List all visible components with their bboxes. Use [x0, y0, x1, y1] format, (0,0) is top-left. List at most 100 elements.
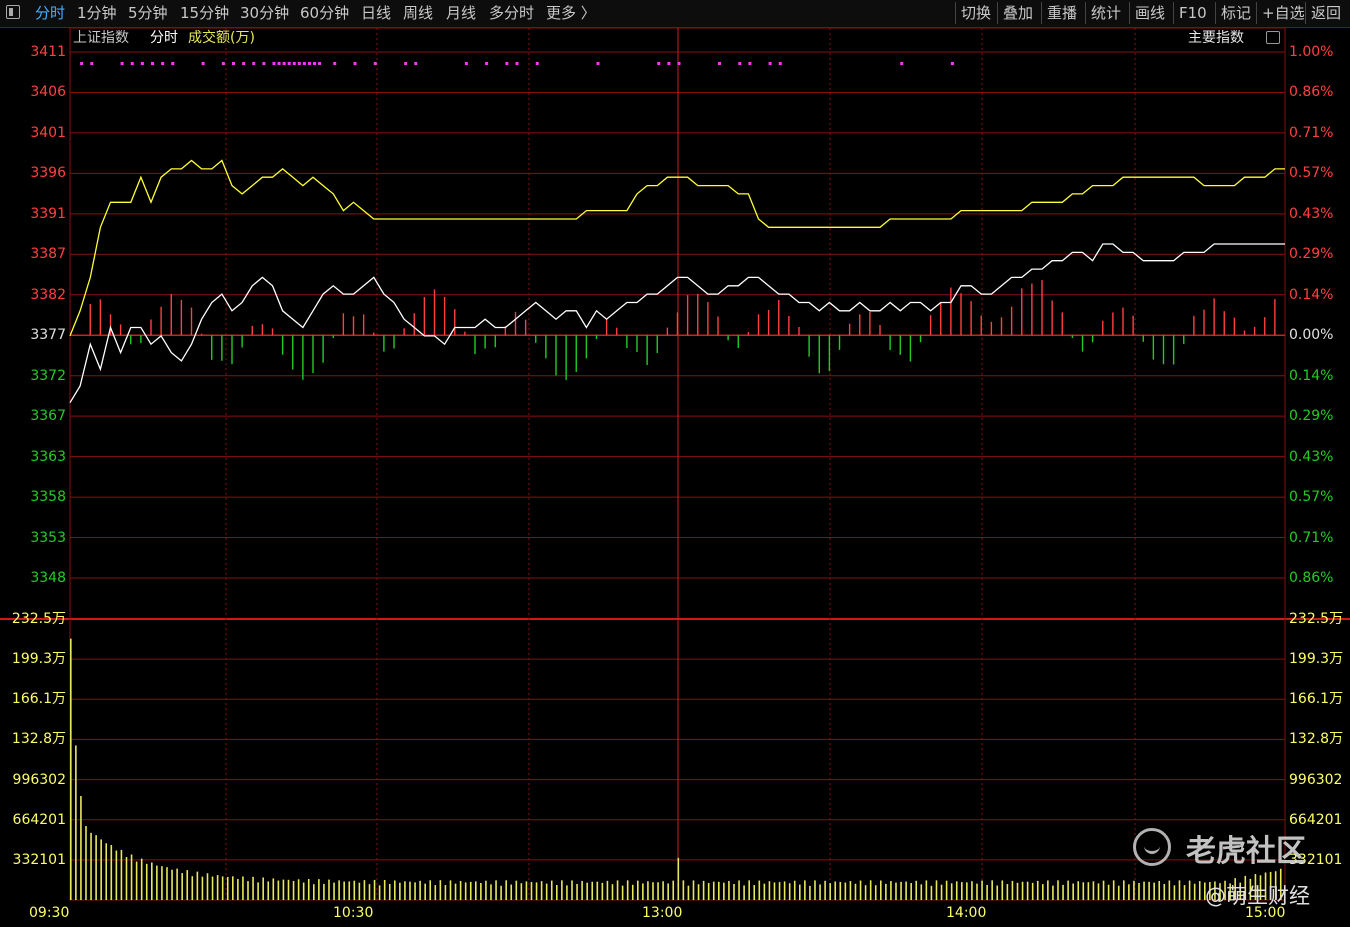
signal-dot: [161, 62, 165, 65]
signal-dot: [120, 62, 124, 65]
volume-bar: [520, 883, 523, 900]
replay-button[interactable]: 重播: [1041, 2, 1077, 24]
volume-bar: [991, 880, 993, 900]
volume-bar: [1077, 881, 1080, 900]
volume-bar: [378, 885, 381, 900]
volume-bar: [839, 881, 842, 900]
mark-button[interactable]: 标记: [1215, 2, 1251, 24]
index-name: 上证指数: [73, 30, 129, 46]
add-watchlist-button[interactable]: +自选: [1256, 2, 1305, 24]
volume-bar: [626, 880, 629, 900]
volume-bar: [206, 873, 209, 900]
stats-button[interactable]: 统计: [1085, 2, 1121, 24]
volume-bar: [176, 868, 178, 900]
switch-button[interactable]: 切换: [955, 2, 991, 24]
tab-30min[interactable]: 30分钟: [240, 3, 289, 23]
volume-bar: [1188, 880, 1191, 900]
volume-bar: [819, 884, 821, 900]
volume-bar: [282, 879, 285, 900]
overlay-button[interactable]: 叠加: [997, 2, 1033, 24]
tab-5min[interactable]: 5分钟: [128, 3, 168, 23]
volume-bar: [702, 880, 705, 900]
volume-bar: [1102, 880, 1105, 900]
volume-bar: [1107, 884, 1110, 900]
intraday-chart[interactable]: [0, 28, 1350, 927]
volume-bar: [976, 883, 978, 900]
time-axis-label: 09:30: [29, 905, 70, 921]
volume-bar: [469, 881, 472, 900]
volume-bar: [1087, 882, 1090, 900]
main-index-label[interactable]: 主要指数: [1188, 29, 1244, 47]
volume-bar: [778, 882, 781, 900]
draw-line-button[interactable]: 画线: [1129, 2, 1165, 24]
volume-bar: [971, 881, 973, 900]
volume-bar: [758, 880, 761, 900]
volume-bar: [566, 885, 568, 900]
volume-bar: [996, 885, 999, 900]
tab-1min[interactable]: 1分钟: [77, 3, 117, 23]
tab-15min[interactable]: 15分钟: [180, 3, 229, 23]
signal-dot: [515, 62, 519, 65]
tab-monthly[interactable]: 月线: [446, 3, 476, 23]
volume-bar: [890, 881, 892, 900]
volume-bar: [885, 883, 887, 900]
volume-bar: [368, 884, 371, 900]
volume-bar: [515, 880, 518, 900]
volume-bar: [859, 880, 862, 900]
tab-daily[interactable]: 日线: [361, 3, 391, 23]
volume-bar: [1062, 884, 1064, 900]
price-tick-label: 3348: [30, 570, 66, 586]
volume-bar: [1006, 884, 1009, 900]
volume-tick-label-left: 232.5万: [11, 611, 66, 627]
volume-bar: [707, 882, 710, 900]
volume-indicator-label: 成交额(万): [188, 30, 255, 46]
volume-bar: [434, 885, 437, 900]
volume-bar: [1198, 881, 1201, 900]
volume-bar: [900, 881, 902, 900]
layout-toggle-icon[interactable]: [6, 5, 20, 19]
volume-bar: [166, 867, 168, 900]
signal-dot: [535, 62, 539, 65]
signal-dot: [221, 62, 225, 65]
volume-bar: [874, 885, 877, 900]
signal-dot: [140, 62, 144, 65]
volume-bar: [247, 881, 249, 900]
volume-bar: [540, 881, 543, 900]
volume-tick-label-right: 132.8万: [1289, 731, 1344, 748]
volume-bar: [1011, 880, 1014, 900]
volume-bar: [1138, 882, 1140, 900]
volume-bar: [358, 882, 361, 900]
main-index-toggle-icon[interactable]: [1266, 31, 1280, 44]
tab-intraday[interactable]: 分时: [35, 3, 65, 23]
volume-bar: [738, 880, 740, 900]
tab-more[interactable]: 更多 〉: [546, 3, 596, 23]
back-button[interactable]: 返回: [1305, 2, 1341, 24]
percent-tick-label: 0.57%: [1289, 165, 1334, 182]
signal-dot: [950, 62, 954, 65]
volume-bar: [1183, 885, 1186, 900]
f10-button[interactable]: F10: [1173, 2, 1207, 24]
volume-bar: [743, 885, 745, 900]
volume-bar: [1193, 883, 1196, 900]
volume-bar: [505, 880, 507, 900]
volume-bar: [130, 854, 133, 900]
volume-bar: [576, 883, 578, 900]
volume-bar: [966, 882, 968, 900]
volume-bar: [935, 880, 938, 900]
volume-bar: [151, 862, 153, 900]
tab-60min[interactable]: 60分钟: [300, 3, 349, 23]
volume-bar: [910, 883, 912, 900]
volume-bar: [545, 883, 548, 900]
volume-bar: [459, 880, 462, 900]
signal-dot: [313, 62, 316, 65]
volume-bar: [454, 883, 457, 900]
volume-bar: [343, 881, 345, 900]
volume-tick-label-left: 199.3万: [11, 651, 66, 668]
tab-weekly[interactable]: 周线: [403, 3, 433, 23]
volume-bar: [895, 882, 897, 900]
signal-dot: [302, 62, 306, 65]
volume-bar: [631, 884, 634, 900]
signal-dot: [404, 62, 408, 65]
volume-bar: [1082, 882, 1085, 900]
tab-multi-intraday[interactable]: 多分时: [489, 3, 534, 23]
